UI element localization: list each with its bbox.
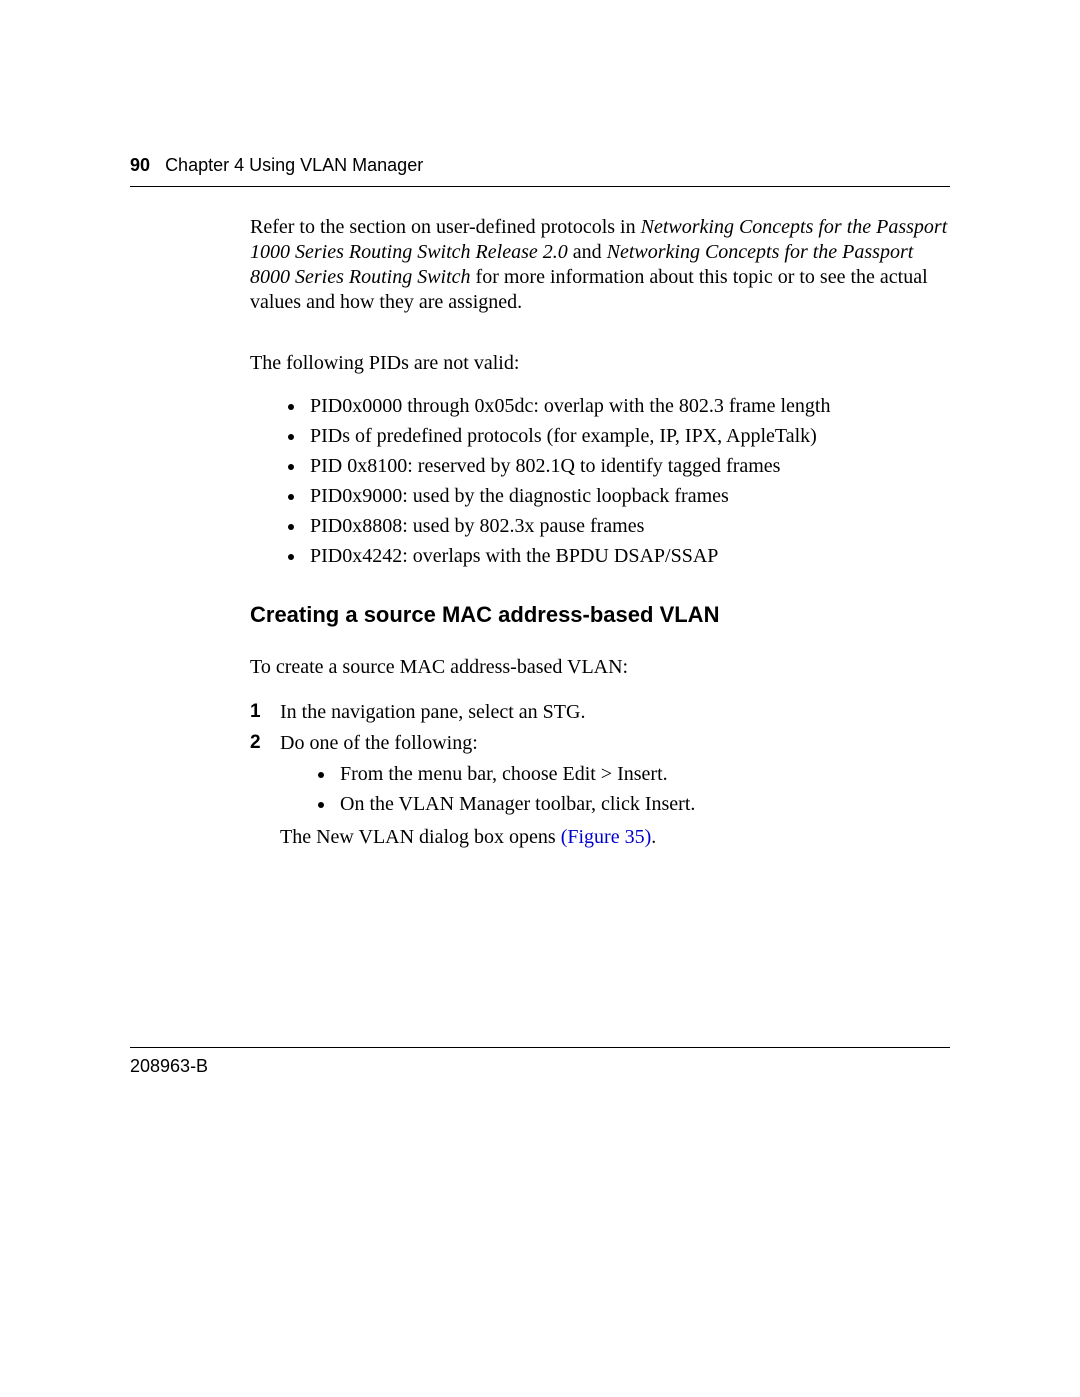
- doc-id: 208963-B: [130, 1056, 208, 1076]
- page-number: 90: [130, 155, 150, 175]
- intro-paragraph: Refer to the section on user-defined pro…: [250, 215, 950, 315]
- step-1: 1 In the navigation pane, select an STG.: [250, 700, 950, 725]
- content: Refer to the section on user-defined pro…: [250, 215, 950, 850]
- steps: 1 In the navigation pane, select an STG.…: [250, 700, 950, 850]
- figure-link[interactable]: (Figure 35): [561, 826, 652, 848]
- running-header: 90 Chapter 4 Using VLAN Manager: [130, 155, 950, 187]
- chapter-title: Chapter 4 Using VLAN Manager: [165, 155, 423, 175]
- pid-list-item: PID0x9000: used by the diagnostic loopba…: [306, 484, 950, 509]
- step-2-result-pre: The New VLAN dialog box opens: [280, 826, 561, 848]
- pid-list-item: PIDs of predefined protocols (for exampl…: [306, 424, 950, 449]
- step-body: Do one of the following: From the menu b…: [280, 731, 950, 850]
- pids-intro: The following PIDs are not valid:: [250, 351, 950, 376]
- pid-list-item: PID0x0000 through 0x05dc: overlap with t…: [306, 394, 950, 419]
- pid-list-item: PID 0x8100: reserved by 802.1Q to identi…: [306, 454, 950, 479]
- step-2-result-post: .: [651, 826, 656, 848]
- page: 90 Chapter 4 Using VLAN Manager Refer to…: [0, 0, 1080, 1397]
- pid-list-item: PID0x4242: overlaps with the BPDU DSAP/S…: [306, 544, 950, 569]
- step-2-options: From the menu bar, choose Edit > Insert.…: [280, 762, 950, 817]
- step-2-option: From the menu bar, choose Edit > Insert.: [336, 762, 950, 787]
- step-2-option: On the VLAN Manager toolbar, click Inser…: [336, 792, 950, 817]
- chapter-label: [155, 155, 165, 175]
- section-heading: Creating a source MAC address-based VLAN: [250, 601, 950, 629]
- intro-text-pre: Refer to the section on user-defined pro…: [250, 216, 641, 238]
- pid-list-item: PID0x8808: used by 802.3x pause frames: [306, 514, 950, 539]
- step-2: 2 Do one of the following: From the menu…: [250, 731, 950, 850]
- pid-list: PID0x0000 through 0x05dc: overlap with t…: [250, 394, 950, 569]
- footer: 208963-B: [130, 1047, 950, 1077]
- procedure-intro: To create a source MAC address-based VLA…: [250, 655, 950, 680]
- step-number: 1: [250, 700, 280, 724]
- step-2-text: Do one of the following:: [280, 732, 478, 754]
- step-2-result: The New VLAN dialog box opens (Figure 35…: [280, 825, 950, 850]
- step-body: In the navigation pane, select an STG.: [280, 700, 950, 725]
- intro-text-mid: and: [568, 241, 607, 263]
- step-number: 2: [250, 731, 280, 755]
